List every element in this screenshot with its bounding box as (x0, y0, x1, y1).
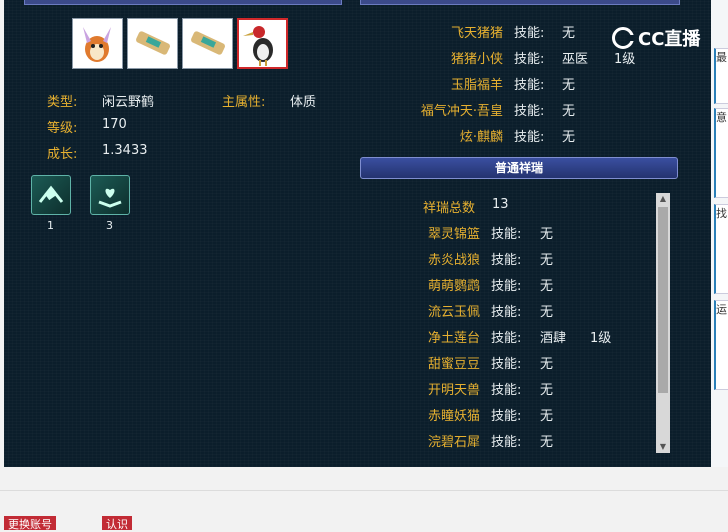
skill-value: 无 (540, 279, 554, 294)
skill-value: 无 (540, 357, 554, 372)
skill-label: 技能: (491, 409, 522, 424)
xiangrui-name: 浣碧石犀 (427, 435, 480, 450)
side-tab-4[interactable]: 运 (714, 300, 728, 390)
scroll-badge[interactable] (31, 175, 71, 215)
skill-label: 技能: (491, 357, 522, 372)
skill-value: 无 (540, 409, 554, 424)
side-tab-1[interactable]: 最 (714, 48, 728, 104)
side-tab-label: 运 (716, 303, 727, 316)
scroll-thumb[interactable] (658, 207, 668, 393)
skill-label: 技能: (514, 130, 545, 145)
side-tab-2[interactable]: 意 (714, 108, 728, 198)
skill-value: 无 (562, 26, 576, 41)
logo-text: CC直播 (638, 29, 701, 50)
switch-account-button[interactable]: 更换账号 (4, 516, 56, 531)
side-tab-3[interactable]: 找 (714, 204, 728, 294)
skill-label: 技能: (514, 26, 545, 41)
skill-label: 技能: (514, 104, 545, 119)
side-tab-label: 最 (716, 51, 727, 64)
skill-value: 无 (562, 104, 576, 119)
skill-value: 无 (540, 383, 554, 398)
skill-value: 无 (540, 253, 554, 268)
top-bar-left (24, 0, 342, 5)
xiangrui-name: 赤瞳妖猫 (427, 409, 480, 424)
skill-value: 无 (540, 227, 554, 242)
scroll-up-icon[interactable]: ▲ (656, 193, 670, 205)
xiangrui-name: 福气冲天·吾皇 (420, 104, 503, 119)
skill-label: 技能: (491, 383, 522, 398)
skill-value: 无 (562, 78, 576, 93)
xiangrui-name: 净土莲台 (427, 331, 480, 346)
total-label: 祥瑞总数 (423, 201, 476, 216)
divider (0, 490, 728, 491)
xiangrui-name: 甜蜜豆豆 (427, 357, 480, 372)
skill-level: 1级 (614, 52, 636, 67)
list-scrollbar[interactable]: ▲ ▼ (656, 193, 670, 453)
xiangrui-name: 萌萌鹦鹉 (427, 279, 480, 294)
skill-label: 技能: (491, 305, 522, 320)
skill-value: 无 (562, 130, 576, 145)
side-tab-label: 意 (716, 111, 727, 124)
skill-level: 1级 (590, 331, 612, 346)
xiangrui-name: 流云玉佩 (427, 305, 480, 320)
skill-label: 技能: (491, 279, 522, 294)
scroll-down-icon[interactable]: ▼ (656, 441, 670, 453)
skill-value: 无 (540, 435, 554, 450)
xiangrui-name: 开明天兽 (427, 383, 480, 398)
cc-logo-icon (612, 27, 634, 49)
growth-value: 1.3433 (102, 143, 148, 158)
top-bar-right (360, 0, 680, 5)
skill-label: 技能: (491, 435, 522, 450)
section-title: 普通祥瑞 (360, 157, 678, 179)
xiangrui-name: 翠灵锦篮 (427, 227, 480, 242)
growth-label: 成长: (47, 147, 78, 162)
heart-badge[interactable] (90, 175, 130, 215)
skill-value: 酒肆 (540, 331, 567, 346)
skill-label: 技能: (514, 52, 545, 67)
skill-value: 无 (540, 305, 554, 320)
skill-label: 技能: (491, 227, 522, 242)
xiangrui-name: 赤炎战狼 (427, 253, 480, 268)
total-value: 13 (492, 197, 509, 212)
skill-label: 技能: (514, 78, 545, 93)
xiangrui-name: 炫·麒麟 (459, 130, 503, 145)
xiangrui-name: 玉脂福羊 (450, 78, 503, 93)
scroll-icon (38, 185, 64, 203)
xiangrui-name: 飞天猪猪 (450, 26, 503, 41)
cc-live-logo: CC直播 (612, 26, 700, 50)
side-tab-label: 找 (716, 207, 727, 220)
xiangrui-name: 猪猪小侠 (450, 52, 503, 67)
skill-value: 巫医 (562, 52, 589, 67)
heart-shield-icon (98, 188, 122, 208)
skill-label: 技能: (491, 253, 522, 268)
skill-label: 技能: (491, 331, 522, 346)
confirm-button[interactable]: 认识 (102, 516, 132, 531)
